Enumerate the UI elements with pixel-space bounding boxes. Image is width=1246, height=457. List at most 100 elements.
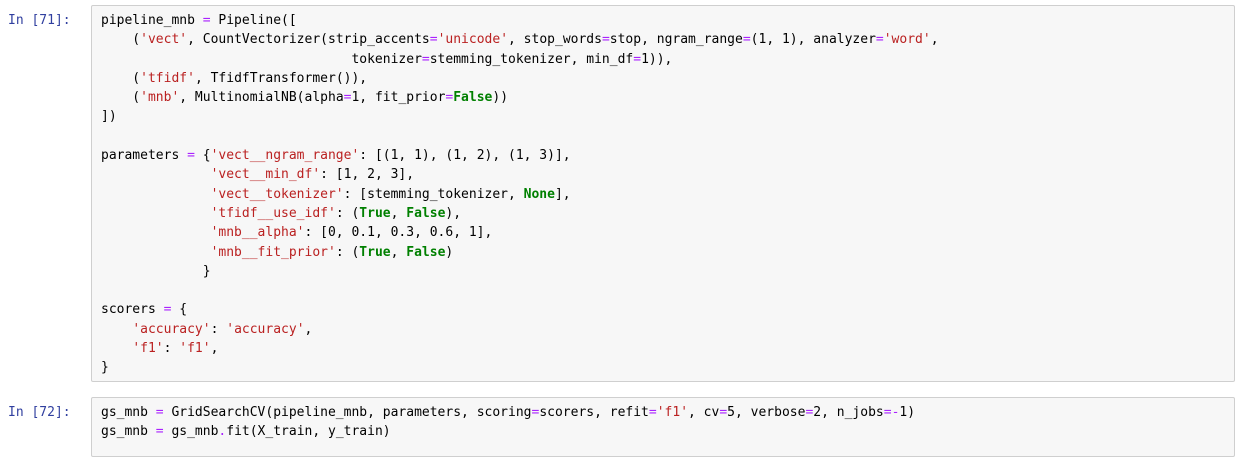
code-editor[interactable]: pipeline_mnb = Pipeline([ ('vect', Count… [92,6,1234,378]
code-token: 5, verbose [727,405,806,420]
code-token: : [(1, 1), (1, 2), (1, 3)], [359,148,571,164]
code-token: ( [101,32,141,48]
code-line: scorers = { [101,302,187,317]
cell-prompt: In [71]: [8,13,71,28]
code-token: 'f1' [656,405,689,420]
code-token: None [523,186,555,202]
code-input-area[interactable]: gs_mnb = GridSearchCV(pipeline_mnb, para… [91,397,1235,457]
code-token: { [194,148,211,164]
code-line: tokenizer=stemming_tokenizer, min_df=1))… [101,52,672,67]
code-line: gs_mnb = gs_mnb.fit(X_train, y_train) [101,424,391,439]
code-token: 'f1' [179,341,211,357]
code-token: , [390,244,407,260]
code-token: 1, fit_prior [351,90,446,106]
code-token: 'vect__tokenizer' [210,186,344,202]
code-token: = [601,32,610,48]
code-token: 1) [899,405,916,420]
code-token: 'mnb' [140,90,180,106]
code-token: parameters [101,148,188,164]
code-token: = [155,424,164,440]
code-line: 'f1': 'f1', [101,341,218,356]
code-token: 'vect__min_df' [210,167,321,183]
code-token: pipeline_mnb [101,13,203,28]
code-token: 'vect' [140,32,188,48]
code-token: = [429,32,438,48]
code-line: ]) [101,109,117,124]
code-token: 'accuracy' [226,321,305,337]
code-token: tokenizer [101,51,422,67]
code-token: ]) [101,109,117,125]
code-line: ('mnb', MultinomialNB(alpha=1, fit_prior… [101,90,508,105]
code-token: )) [492,90,509,106]
code-token: gs_mnb [163,424,219,440]
code-line: ('vect', CountVectorizer(strip_accents='… [101,32,939,48]
code-line: 'mnb__fit_prior': (True, False) [101,244,454,260]
code-token: , TfidfTransformer()), [194,70,368,86]
code-token: : [210,321,227,337]
code-token: : ( [335,244,360,260]
code-token: , MultinomialNB(alpha [179,90,344,106]
code-token: : ( [335,205,360,221]
code-token: , [390,205,407,221]
code-line: ('tfidf', TfidfTransformer()), [101,71,367,86]
code-token: , [930,32,939,48]
code-token: True [359,244,391,260]
code-token: gs_mnb [101,405,156,420]
code-token: , cv [688,405,720,420]
code-token: ), [445,205,462,221]
code-token: = [633,51,642,67]
code-token: , stop_words [508,32,602,48]
code-token: stemming_tokenizer, min_df [429,51,634,67]
code-token: ) [445,244,454,260]
code-token: } [101,263,211,279]
code-token: = [883,405,892,420]
code-input-area[interactable]: pipeline_mnb = Pipeline([ ('vect', Count… [91,5,1235,382]
code-token: 'accuracy' [132,321,211,337]
code-token: scorers, refit [539,405,649,420]
code-token: = [742,32,751,48]
code-token: } [101,360,109,376]
code-token: , [304,321,313,337]
code-token: 'mnb__fit_prior' [210,244,336,260]
code-token: ( [101,90,141,106]
code-token: 'mnb__alpha' [210,225,305,241]
code-line: 'vect__min_df': [1, 2, 3], [101,167,415,183]
code-token: gs_mnb [101,424,156,440]
code-token: 'word' [883,32,931,48]
code-token: = [155,405,164,420]
cell-prompt: In [72]: [8,405,71,420]
code-token: 'unicode' [437,32,509,48]
code-line: 'accuracy': 'accuracy', [101,322,312,337]
code-token: (1, 1), analyzer [750,32,876,48]
code-token: = [875,32,884,48]
code-token: ], [554,186,571,202]
code-token: GridSearchCV(pipeline_mnb, parameters, s… [163,405,532,420]
code-token: { [171,302,188,318]
code-token: True [359,205,391,221]
code-token: scorers [101,302,164,318]
code-cell-72[interactable]: In [72]: gs_mnb = GridSearchCV(pipeline_… [0,397,1246,457]
code-token: , [210,341,219,357]
code-cell-71[interactable]: In [71]: pipeline_mnb = Pipeline([ ('vec… [0,5,1246,383]
code-line: } [101,264,211,279]
code-token: , CountVectorizer(strip_accents [187,32,430,48]
code-token: 'vect__ngram_range' [210,148,360,164]
code-token: 'f1' [132,341,164,357]
code-token: False [453,90,493,106]
code-token: False [406,205,446,221]
code-token: = [719,405,728,420]
code-token: = [648,405,657,420]
code-token: : [163,341,180,357]
code-line: 'vect__tokenizer': [stemming_tokenizer, … [101,187,571,202]
code-line: } [101,360,109,375]
code-token: = [421,51,430,67]
code-editor[interactable]: gs_mnb = GridSearchCV(pipeline_mnb, para… [92,398,1234,442]
code-token: = [202,13,211,28]
code-token: 1)), [641,51,673,67]
code-line: 'mnb__alpha': [0, 0.1, 0.3, 0.6, 1], [101,225,493,241]
